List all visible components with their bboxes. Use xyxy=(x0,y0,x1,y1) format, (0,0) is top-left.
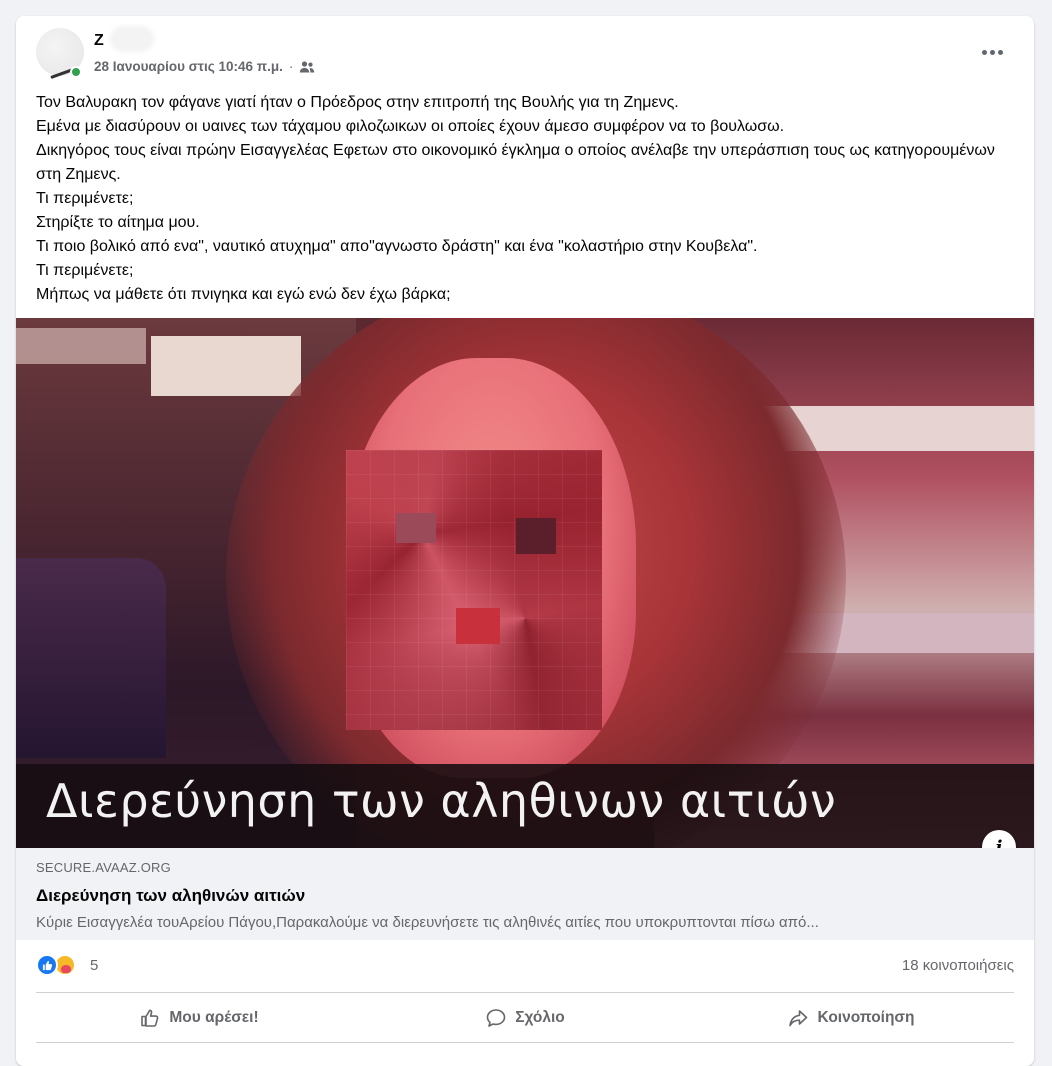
link-preview[interactable]: SECURE.AVAAZ.ORG Διερεύνηση των αληθινών… xyxy=(16,848,1034,940)
link-domain: SECURE.AVAAZ.ORG xyxy=(36,860,171,875)
like-button-label: Μου αρέσει! xyxy=(169,1009,259,1026)
divider xyxy=(36,992,1014,993)
post-text-line: Δικηγόρος τους είναι πρώην Εισαγγελέας Ε… xyxy=(36,142,995,183)
reaction-count[interactable]: 5 xyxy=(90,957,98,974)
divider xyxy=(36,1042,1014,1043)
post-text-line: Τι ποιο βολικό από ενα", ναυτικό ατυχημα… xyxy=(36,238,758,255)
link-title[interactable]: Διερεύνηση των αληθινών αιτιών xyxy=(36,886,305,906)
author-name-redaction xyxy=(110,26,154,52)
more-options-icon[interactable] xyxy=(974,42,1010,62)
share-icon xyxy=(789,1010,808,1027)
post-card: Ζ 28 Ιανουαρίου στις 10:46 π.μ. · Τον Βα… xyxy=(16,16,1034,1066)
share-button[interactable]: Κοινοποίηση xyxy=(688,996,1014,1040)
share-button-label: Κοινοποίηση xyxy=(817,1009,915,1026)
post-body-text: Τον Βαλυρακη τον φάγανε γιατί ήταν ο Πρό… xyxy=(36,91,1016,307)
post-text-line: Τον Βαλυρακη τον φάγανε γιατί ήταν ο Πρό… xyxy=(36,94,679,111)
post-header: Ζ 28 Ιανουαρίου στις 10:46 π.μ. · xyxy=(16,16,1034,94)
link-description: Κύριε Εισαγγελέα τουΑρείου Πάγου,Παρακαλ… xyxy=(36,914,819,931)
image-caption: Διερεύνηση των αληθινων αιτιών xyxy=(46,774,837,828)
post-text-line: Στηρίξτε το αίτημα μου. xyxy=(36,214,200,231)
like-button[interactable]: Μου αρέσει! xyxy=(36,996,362,1040)
action-bar: Μου αρέσει! Σχόλιο Κοινοποίηση xyxy=(36,996,1014,1040)
online-status-indicator xyxy=(70,66,82,78)
post-text-line: Μήπως να μάθετε ότι πνιγηκα και εγώ ενώ … xyxy=(36,286,451,303)
shares-count[interactable]: 18 κοινοποιήσεις xyxy=(902,957,1014,974)
post-text-line: Εμένα με διασύρουν οι υαινες των τάχαμου… xyxy=(36,118,785,135)
meta-separator: · xyxy=(288,59,294,74)
reactions-bar: 5 18 κοινοποιήσεις xyxy=(36,950,1014,984)
post-timestamp[interactable]: 28 Ιανουαρίου στις 10:46 π.μ. xyxy=(94,59,283,74)
comment-button[interactable]: Σχόλιο xyxy=(362,996,688,1040)
friends-icon[interactable] xyxy=(299,60,315,74)
thumbs-up-icon xyxy=(141,1009,159,1027)
like-reaction-icon xyxy=(36,954,58,976)
comment-button-label: Σχόλιο xyxy=(515,1009,565,1026)
post-meta: 28 Ιανουαρίου στις 10:46 π.μ. · xyxy=(94,59,315,74)
comment-icon xyxy=(486,1009,506,1027)
link-preview-image[interactable]: Διερεύνηση των αληθινων αιτιών xyxy=(16,318,1034,848)
post-text-line: Τι περιμένετε; xyxy=(36,262,134,279)
reaction-icons[interactable] xyxy=(36,954,76,976)
post-text-line: Τι περιμένετε; xyxy=(36,190,134,207)
face-pixelation xyxy=(346,450,602,730)
author-name[interactable]: Ζ xyxy=(94,32,104,50)
